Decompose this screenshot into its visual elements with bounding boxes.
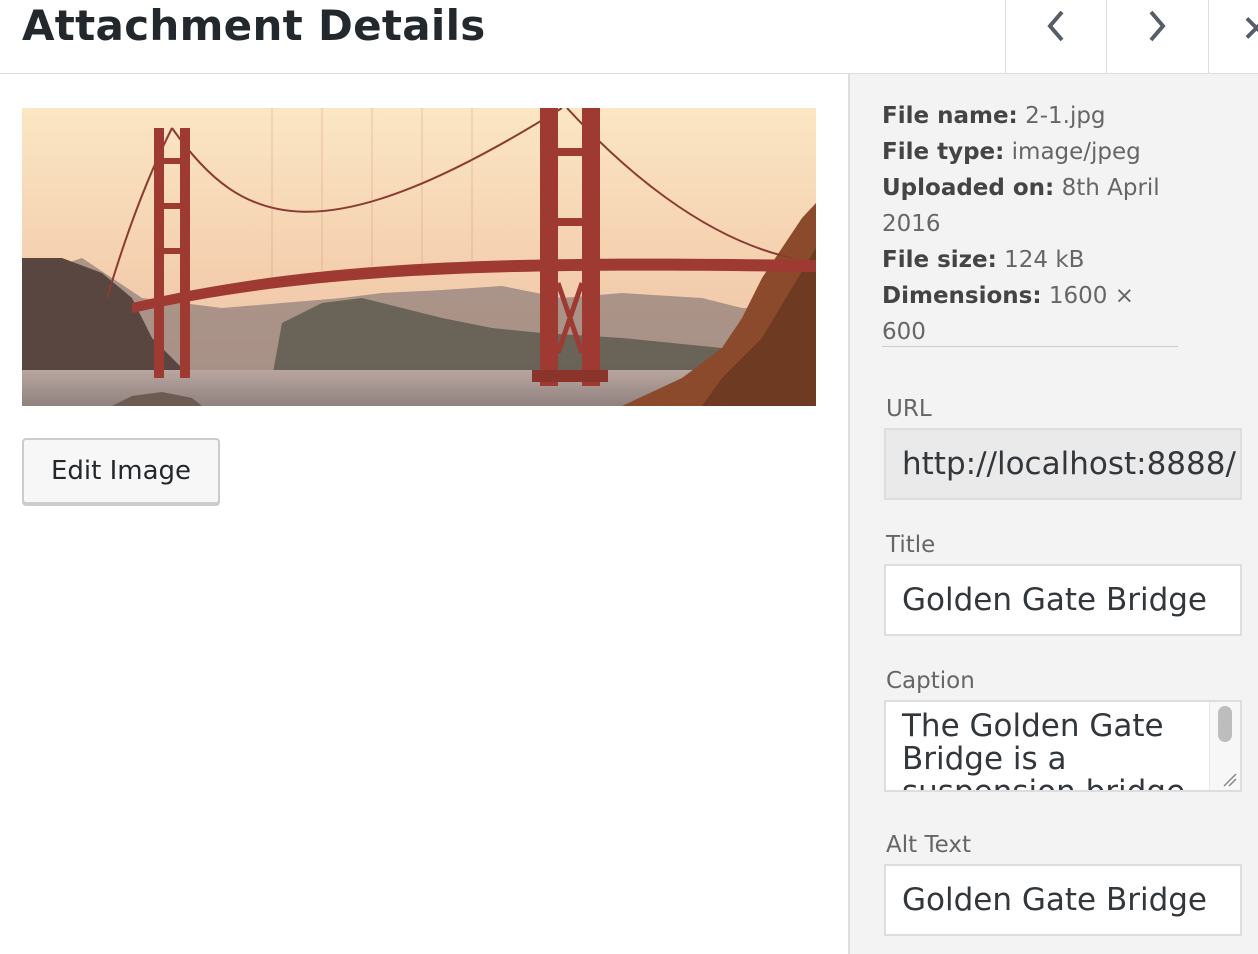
attachment-info-sidebar: File name: 2-1.jpg File type: image/jpeg…	[848, 74, 1258, 954]
url-field[interactable]: http://localhost:8888/	[884, 428, 1242, 500]
file-type-label: File type:	[882, 139, 1005, 165]
caption-textarea[interactable]: The Golden Gate Bridge is a suspension b…	[884, 700, 1242, 792]
file-details: File name: 2-1.jpg File type: image/jpeg…	[882, 98, 1182, 350]
close-modal-button[interactable]	[1208, 0, 1258, 73]
close-icon	[1245, 16, 1258, 39]
page-title: Attachment Details	[22, 1, 486, 50]
file-name-value: 2-1.jpg	[1025, 103, 1106, 129]
uploaded-on-row-continued: 2016	[882, 206, 1182, 242]
alt-text-label: Alt Text	[886, 832, 971, 858]
file-size-value: 124 kB	[1004, 247, 1085, 273]
alt-text-field[interactable]: Golden Gate Bridge	[884, 864, 1242, 936]
title-field[interactable]: Golden Gate Bridge	[884, 564, 1242, 636]
next-attachment-button[interactable]	[1106, 0, 1207, 73]
file-type-row: File type: image/jpeg	[882, 134, 1182, 170]
chevron-left-icon	[1047, 10, 1064, 42]
dimensions-row: Dimensions: 1600 × 600	[882, 278, 1182, 350]
file-type-value: image/jpeg	[1011, 139, 1141, 165]
file-size-row: File size: 124 kB	[882, 242, 1182, 278]
modal-header: Attachment Details	[0, 0, 1258, 74]
previous-attachment-button[interactable]	[1005, 0, 1106, 73]
resize-grip-icon[interactable]	[1218, 768, 1238, 788]
uploaded-on-row: Uploaded on: 8th April	[882, 170, 1182, 206]
file-size-label: File size:	[882, 247, 997, 273]
uploaded-on-value-line1: 8th April	[1061, 175, 1160, 201]
edit-image-button[interactable]: Edit Image	[22, 438, 220, 504]
caption-text: The Golden Gate Bridge is a suspension b…	[902, 708, 1186, 792]
file-name-label: File name:	[882, 103, 1018, 129]
attachment-preview-image	[22, 108, 816, 406]
file-name-row: File name: 2-1.jpg	[882, 98, 1182, 134]
chevron-right-icon	[1149, 10, 1166, 42]
title-label: Title	[886, 532, 936, 558]
details-divider	[882, 346, 1178, 347]
uploaded-on-value-line2: 2016	[882, 211, 941, 237]
caption-label: Caption	[886, 668, 975, 694]
caption-scroll-thumb[interactable]	[1218, 706, 1232, 742]
url-label: URL	[886, 396, 932, 422]
attachment-media-view: Edit Image	[0, 74, 848, 954]
dimensions-label: Dimensions:	[882, 283, 1042, 309]
uploaded-on-label: Uploaded on:	[882, 175, 1055, 201]
